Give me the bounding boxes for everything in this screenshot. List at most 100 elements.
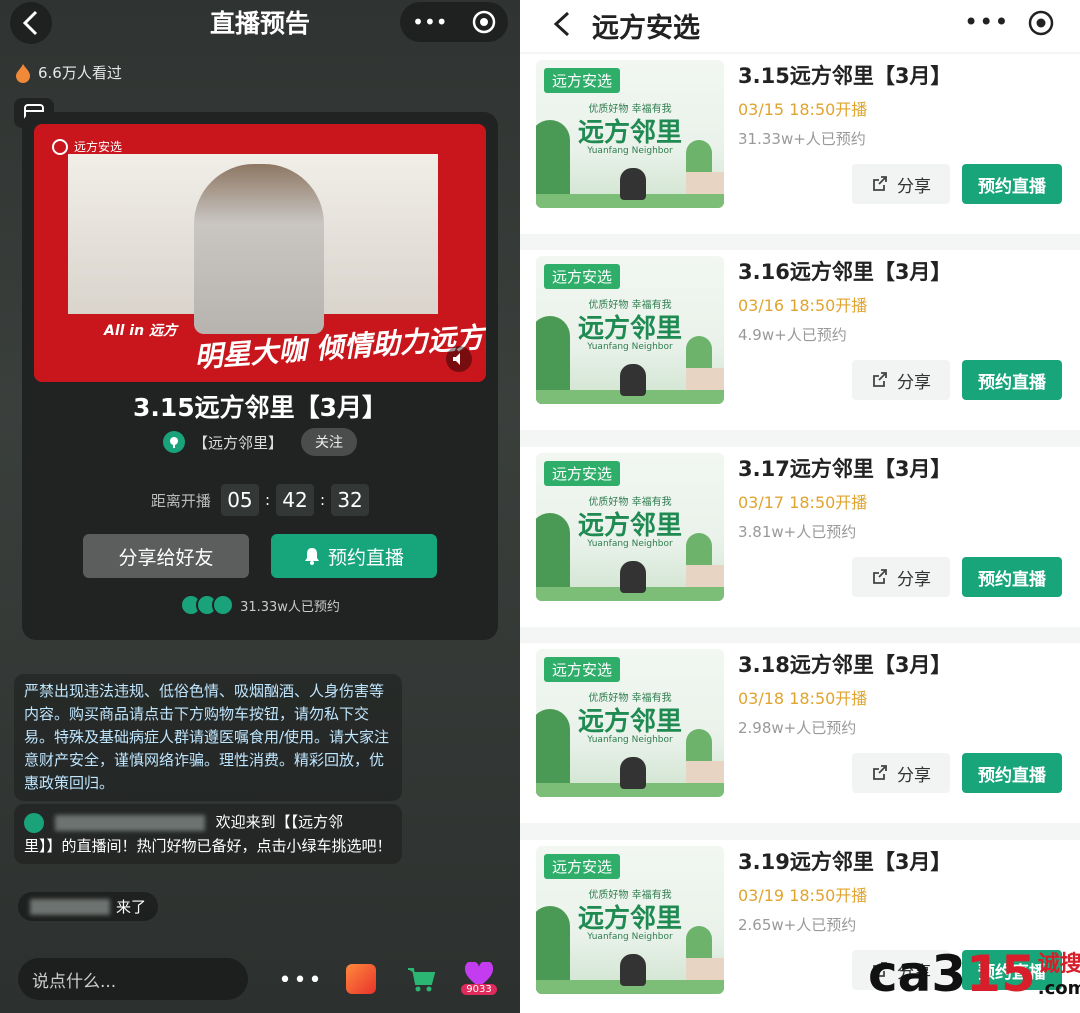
thumbnail-tag: 远方安选 bbox=[544, 264, 621, 289]
reserve-live-button[interactable]: 预约直播 bbox=[271, 534, 437, 578]
thumbnail-subtitle: Yuanfang Neighbor bbox=[587, 932, 673, 942]
preview-card: 远方安选 All in 远方 明星大咖 倾情助力远方安选 3.15远方邻里【3月… bbox=[22, 112, 498, 640]
thumbnail-subtitle: Yuanfang Neighbor bbox=[587, 146, 673, 156]
close-target-icon[interactable] bbox=[1028, 10, 1054, 36]
item-reserve-count: 3.81w+人已预约 bbox=[738, 523, 857, 541]
avatar[interactable] bbox=[162, 431, 185, 453]
page-title: 远方安选 bbox=[592, 13, 700, 44]
list-item[interactable]: 远方安选 优质好物 幸福有我 远方邻里 Yuanfang Neighbor 3.… bbox=[520, 643, 1080, 823]
item-title: 3.18远方邻里【3月】 bbox=[738, 653, 952, 677]
list-item[interactable]: 远方安选 优质好物 幸福有我 远方邻里 Yuanfang Neighbor 3.… bbox=[520, 250, 1080, 430]
live-thumbnail[interactable]: 远方安选 优质好物 幸福有我 远方邻里 Yuanfang Neighbor bbox=[536, 649, 724, 797]
view-count-text: 6.6万人看过 bbox=[38, 64, 122, 82]
live-thumbnail[interactable]: 远方安选 优质好物 幸福有我 远方邻里 Yuanfang Neighbor bbox=[536, 60, 724, 208]
mini-program-capsule: ••• bbox=[400, 2, 508, 42]
item-title: 3.19远方邻里【3月】 bbox=[738, 850, 952, 874]
share-button[interactable]: 分享 bbox=[852, 360, 950, 400]
tree-logo-icon bbox=[52, 138, 68, 155]
colon: : bbox=[264, 491, 270, 509]
share-icon bbox=[873, 372, 887, 387]
watermark-main: ca315 bbox=[868, 945, 1036, 1003]
reserve-live-button[interactable]: 预约直播 bbox=[962, 557, 1062, 597]
like-button[interactable]: 9033 bbox=[460, 962, 498, 996]
blurred-username bbox=[54, 814, 205, 831]
share-icon bbox=[873, 569, 887, 584]
thumbnail-subtitle: Yuanfang Neighbor bbox=[587, 735, 673, 745]
countdown-seconds: 32 bbox=[331, 484, 370, 516]
thumbnail-tag: 远方安选 bbox=[544, 461, 621, 486]
share-label: 分享 bbox=[897, 372, 931, 393]
item-start-time: 03/18 18:50开播 bbox=[738, 689, 868, 708]
watermark-side: 诚搜 .com bbox=[1038, 946, 1080, 999]
follow-button[interactable]: 关注 bbox=[301, 428, 357, 456]
thumbnail-subtitle: Yuanfang Neighbor bbox=[587, 342, 673, 352]
countdown: 距离开播 05 : 42 : 32 bbox=[22, 484, 498, 516]
figure-decoration bbox=[620, 561, 646, 593]
live-thumbnail[interactable]: 远方安选 优质好物 幸福有我 远方邻里 Yuanfang Neighbor bbox=[536, 453, 724, 601]
item-title: 3.16远方邻里【3月】 bbox=[738, 260, 952, 284]
flame-icon bbox=[16, 63, 30, 83]
more-icon[interactable]: ••• bbox=[412, 10, 447, 34]
reserve-live-button[interactable]: 预约直播 bbox=[962, 360, 1062, 400]
close-target-icon[interactable] bbox=[472, 10, 496, 34]
list-item[interactable]: 远方安选 优质好物 幸福有我 远方邻里 Yuanfang Neighbor 3.… bbox=[520, 54, 1080, 234]
watermark-com: .com bbox=[1037, 978, 1080, 999]
reserve-live-button[interactable]: 预约直播 bbox=[962, 753, 1062, 793]
joined-text: 来了 bbox=[116, 898, 147, 916]
blurred-username bbox=[30, 898, 110, 915]
cart-button[interactable] bbox=[404, 962, 438, 996]
sound-button[interactable] bbox=[446, 346, 472, 372]
countdown-label: 距离开播 bbox=[150, 491, 211, 510]
bell-icon bbox=[304, 548, 319, 565]
figure-decoration bbox=[620, 364, 646, 396]
share-icon bbox=[873, 765, 887, 780]
view-count: 6.6万人看过 bbox=[14, 62, 122, 83]
live-list-panel: 远方安选 ••• 远方安选 优质好物 幸福有我 远方邻里 Yuanfang Ne… bbox=[520, 0, 1080, 1013]
thumbnail-title: 远方邻里 bbox=[577, 904, 682, 934]
cover-brand: 远方安选 bbox=[74, 140, 123, 154]
live-title: 3.15远方邻里【3月】 bbox=[132, 393, 388, 422]
shopping-cart-icon bbox=[408, 968, 436, 992]
comment-input[interactable]: 说点什么... bbox=[18, 958, 248, 1000]
live-preview-panel: 直播预告 ••• 6.6万人看过 远方安选 All in 远方 明星大咖 倾情助… bbox=[0, 0, 520, 1013]
welcome-message: 欢迎来到【【远方邻 里】】的直播间！热门好物已备好，点击小绿车挑选吧！ bbox=[14, 804, 402, 864]
more-icon[interactable]: ••• bbox=[964, 8, 1009, 36]
reserve-live-label: 预约直播 bbox=[327, 546, 404, 569]
figure-decoration bbox=[620, 168, 646, 200]
live-thumbnail[interactable]: 远方安选 优质好物 幸福有我 远方邻里 Yuanfang Neighbor bbox=[536, 846, 724, 994]
live-thumbnail[interactable]: 远方安选 优质好物 幸福有我 远方邻里 Yuanfang Neighbor bbox=[536, 256, 724, 404]
item-reserve-count: 2.98w+人已预约 bbox=[738, 719, 857, 737]
header: 远方安选 ••• bbox=[520, 0, 1080, 52]
countdown-hours: 05 bbox=[220, 484, 259, 516]
share-label: 分享 bbox=[897, 765, 931, 786]
like-count: 9033 bbox=[461, 984, 497, 995]
share-label: 分享 bbox=[897, 176, 931, 197]
live-cover-banner[interactable]: 远方安选 All in 远方 明星大咖 倾情助力远方安选 bbox=[34, 124, 486, 382]
share-button[interactable]: 分享 bbox=[852, 164, 950, 204]
cover-allin: All in 远方 bbox=[104, 323, 177, 339]
list-item[interactable]: 远方安选 优质好物 幸福有我 远方邻里 Yuanfang Neighbor 3.… bbox=[520, 447, 1080, 627]
share-button[interactable]: 分享 bbox=[852, 557, 950, 597]
chevron-left-icon[interactable] bbox=[550, 10, 574, 38]
countdown-minutes: 42 bbox=[276, 484, 314, 516]
speaker-icon bbox=[453, 353, 460, 365]
thumbnail-title: 远方邻里 bbox=[577, 511, 682, 541]
share-to-friend-button[interactable]: 分享给好友 bbox=[83, 534, 249, 578]
thumbnail-tag: 远方安选 bbox=[544, 657, 621, 682]
item-start-time: 03/15 18:50开播 bbox=[738, 100, 868, 119]
item-start-time: 03/19 18:50开播 bbox=[738, 886, 868, 905]
welcome-text-a: 欢迎来到【【远方邻 bbox=[215, 813, 344, 831]
welcome-text-b: 里】】的直播间！热门好物已备好，点击小绿车挑选吧！ bbox=[24, 837, 392, 855]
share-button[interactable]: 分享 bbox=[852, 753, 950, 793]
host-name[interactable]: 【远方邻里】 bbox=[193, 432, 283, 453]
gift-button[interactable] bbox=[346, 964, 376, 994]
item-title: 3.15远方邻里【3月】 bbox=[738, 64, 952, 88]
thumbnail-subtitle: Yuanfang Neighbor bbox=[587, 539, 673, 549]
item-title: 3.17远方邻里【3月】 bbox=[738, 457, 952, 481]
item-reserve-count: 4.9w+人已预约 bbox=[738, 326, 847, 344]
reserve-live-button[interactable]: 预约直播 bbox=[962, 164, 1062, 204]
tree-logo-icon bbox=[169, 437, 178, 448]
reserved-count: 31.33w人已预约 bbox=[240, 599, 340, 615]
more-button[interactable]: ••• bbox=[279, 962, 322, 998]
platform-notice: 严禁出现违法违规、低俗色情、吸烟酗酒、人身伤害等内容。购买商品请点击下方购物车按… bbox=[14, 674, 402, 801]
